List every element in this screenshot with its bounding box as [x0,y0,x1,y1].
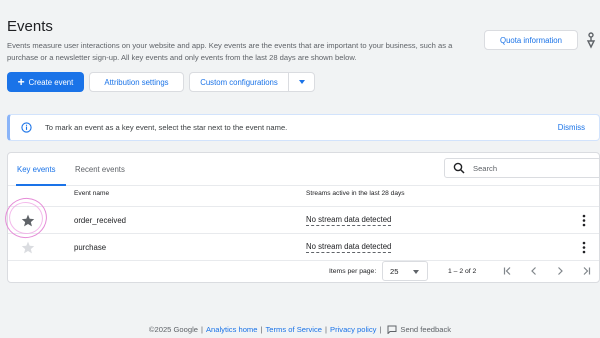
tab-bar: Key events Recent events [8,153,599,186]
column-header-event-name: Event name [74,190,110,197]
terms-of-service-link[interactable]: Terms of Service [265,325,322,334]
chevron-down-icon [298,80,305,84]
table-row: order_received No stream data detected [8,207,599,234]
events-card: Key events Recent events Event name Stre… [7,152,600,283]
table-row: purchase No stream data detected [8,234,599,261]
copyright: ©2025 Google [148,325,198,334]
more-vert-icon[interactable] [582,241,586,254]
active-tab-indicator [16,184,66,186]
more-vert-icon[interactable] [582,214,586,227]
search-icon [453,162,465,174]
quota-information-label: Quota information [500,35,562,45]
pagination-range: 1 – 2 of 2 [448,268,477,275]
feedback-icon[interactable] [387,325,397,334]
first-page-icon[interactable] [502,265,514,277]
last-page-icon[interactable] [580,265,592,277]
stream-status: No stream data detected [306,242,392,253]
custom-configurations-button[interactable]: Custom configurations [189,72,315,92]
tab-key-events[interactable]: Key events [17,165,56,174]
privacy-policy-link[interactable]: Privacy policy [330,325,376,334]
page-title: Events [7,18,53,35]
chevron-down-icon [413,270,419,274]
action-button-row: + Create event Attribution settings Cust… [7,72,315,92]
page-description: Events measure user interactions on your… [7,41,453,62]
attribution-settings-label: Attribution settings [104,77,169,87]
info-banner-text: To mark an event as a key event, select … [45,123,288,132]
tab-recent-events[interactable]: Recent events [75,165,125,174]
event-name: order_received [74,216,127,225]
pagination: Items per page: 25 1 – 2 of 2 [8,261,599,282]
search-input[interactable] [473,163,593,173]
previous-page-icon[interactable] [528,265,540,277]
items-per-page-value: 25 [390,266,399,276]
event-name: purchase [74,243,107,252]
items-per-page-select[interactable]: 25 [382,261,428,281]
info-banner: To mark an event as a key event, select … [7,114,600,141]
star-icon[interactable] [21,241,35,254]
items-per-page-label: Items per page: [329,268,377,275]
quota-information-button[interactable]: Quota information [484,30,578,50]
flask-icon[interactable] [584,31,598,49]
stream-status: No stream data detected [306,215,392,226]
attribution-settings-button[interactable]: Attribution settings [89,72,184,92]
dismiss-button[interactable]: Dismiss [558,123,585,132]
send-feedback-link[interactable]: Send feedback [400,325,451,334]
next-page-icon[interactable] [554,265,566,277]
create-event-button[interactable]: + Create event [7,72,84,92]
custom-configurations-label: Custom configurations [200,77,278,87]
plus-icon: + [17,75,25,89]
search-field[interactable] [444,158,599,178]
create-event-label: Create event [28,77,74,87]
info-icon [21,122,32,133]
analytics-home-link[interactable]: Analytics home [206,325,258,334]
footer: ©2025 Google | Analytics home | Terms of… [148,325,452,334]
column-header-streams: Streams active in the last 28 days [306,190,405,197]
custom-configurations-dropdown[interactable] [288,73,314,91]
